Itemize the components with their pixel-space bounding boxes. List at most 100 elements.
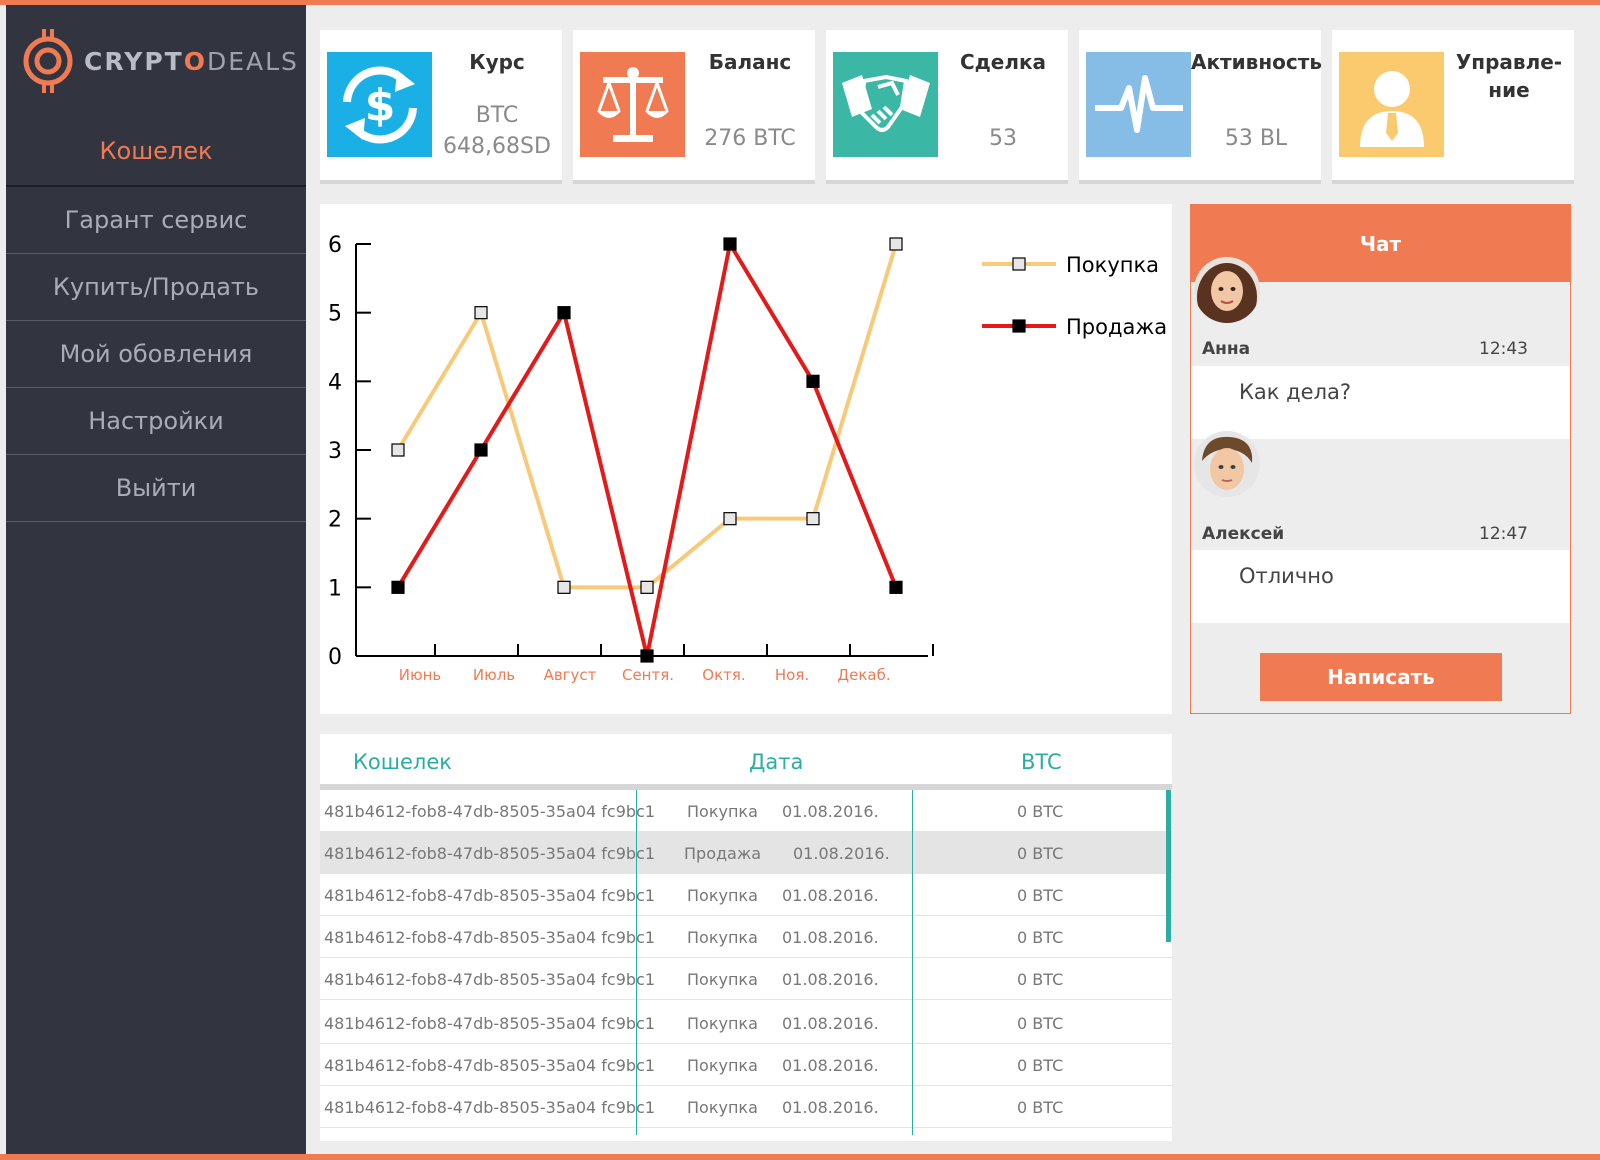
cell-wallet: 481b4612-fob8-47db-8505-35a04 fc9bc1	[324, 844, 656, 863]
card-activity-value: 53 BL	[1224, 126, 1288, 151]
column-divider	[912, 790, 913, 1135]
data-point-sell	[557, 306, 571, 320]
nav-item-buy-sell[interactable]: Купить/Продать	[6, 254, 306, 321]
column-header-date[interactable]: Дата	[749, 750, 803, 774]
y-tick-label: 3	[328, 439, 342, 464]
table-row[interactable]: 481b4612-fob8-47db-8505-35a04 fc9bc1 Поку…	[320, 958, 1172, 1000]
cell-type: Продажа	[684, 844, 762, 863]
y-tick-label: 1	[328, 576, 342, 601]
card-rate-currency: BTC	[475, 103, 519, 128]
chart-panel: 0 1 2 3 4 5 6 Июнь Июль Август Сентя. Октя. Ноя. Дека…	[320, 204, 1172, 714]
card-management-title-line2: ние	[1488, 78, 1530, 102]
brand-deals: DEALS	[206, 46, 299, 76]
card-activity[interactable]: Активность 53 BL	[1079, 30, 1322, 184]
handshake-icon	[833, 52, 938, 157]
scales-icon	[580, 52, 685, 157]
line-chart: 0 1 2 3 4 5 6 Июнь Июль Август Сентя. Октя. Ноя. Дека…	[328, 233, 1167, 684]
nav-item-logout[interactable]: Выйти	[6, 455, 306, 522]
y-tick-label: 2	[328, 508, 342, 533]
cell-btc: 0 BTC	[1017, 1056, 1064, 1075]
y-tick-label: 0	[328, 645, 342, 670]
cell-type: Покупка	[687, 886, 758, 905]
cell-type: Покупка	[687, 970, 758, 989]
legend-label: Покупка	[1066, 253, 1159, 277]
cell-wallet: 481b4612-fob8-47db-8505-35a04 fc9bc1	[324, 886, 656, 905]
card-rate-value: BTC 648,68SD	[432, 100, 562, 162]
table-row[interactable]: 481b4612-fob8-47db-8505-35a04 fc9bc1 Прод…	[320, 832, 1172, 874]
cell-wallet: 481b4612-fob8-47db-8505-35a04 fc9bc1	[324, 1014, 656, 1033]
logo[interactable]: CRYPTODEALS	[22, 29, 302, 93]
data-point-buy	[557, 580, 571, 594]
cell-btc: 0 BTC	[1017, 928, 1064, 947]
table-row[interactable]: 481b4612-fob8-47db-8505-35a04 fc9bc1 Поку…	[320, 874, 1172, 916]
series-line-buy	[396, 243, 898, 590]
chat-bubble: Отлично	[1191, 550, 1570, 623]
chat-time: 12:47	[1479, 524, 1528, 544]
x-tick-label: Декаб.	[837, 666, 890, 684]
table-row[interactable]: 481b4612-fob8-47db-8505-35a04 fc9bc1 Поку…	[320, 1002, 1172, 1044]
cell-date: 01.08.2016.	[793, 844, 890, 863]
data-point-sell	[391, 580, 405, 594]
chat-panel: Чат Анна 12:43 Как дела? Алексей 12:47 О…	[1190, 204, 1571, 714]
table-row[interactable]: 481b4612-fob8-47db-8505-35a04 fc9bc1 Поку…	[320, 916, 1172, 958]
nav-item-wallet[interactable]: Кошелек	[6, 117, 306, 187]
card-management[interactable]: Управле- ние	[1332, 30, 1574, 184]
sidebar: CRYPTODEALS Кошелек Гарант сервис Купить…	[6, 5, 306, 1154]
sidebar-nav: Кошелек Гарант сервис Купить/Продать Мой…	[6, 117, 306, 522]
column-header-btc[interactable]: BTC	[1021, 750, 1062, 774]
x-tick-label: Август	[544, 666, 597, 684]
nav-item-updates[interactable]: Мой обовления	[6, 321, 306, 388]
nav-item-settings[interactable]: Настройки	[6, 388, 306, 455]
y-tick-label: 5	[328, 302, 342, 327]
legend-marker	[1012, 319, 1026, 333]
chat-text: Отлично	[1239, 564, 1334, 588]
data-point-buy	[474, 306, 488, 320]
data-point-buy	[889, 237, 903, 251]
cell-date: 01.08.2016.	[782, 1056, 879, 1075]
cell-btc: 0 BTC	[1017, 844, 1064, 863]
card-management-title: Управле- ние	[1444, 48, 1574, 104]
card-deals-value: 53	[989, 126, 1017, 151]
nav-item-guarantee[interactable]: Гарант сервис	[6, 187, 306, 254]
cell-type: Покупка	[687, 1014, 758, 1033]
card-balance[interactable]: Баланс 276 BTC	[573, 30, 815, 184]
svg-text:$: $	[364, 80, 395, 131]
table-row[interactable]: 481b4612-fob8-47db-8505-35a04 fc9bc1 Поку…	[320, 1044, 1172, 1086]
legend-marker	[1012, 257, 1026, 271]
chat-sender-name: Алексей	[1202, 524, 1285, 544]
cell-wallet: 481b4612-fob8-47db-8505-35a04 fc9bc1	[324, 1098, 656, 1117]
table-row[interactable]: 481b4612-fob8-47db-8505-35a04 fc9bc1 Поку…	[320, 790, 1172, 832]
brand-name: CRYPTODEALS	[84, 47, 299, 76]
brand-crypto: CRYPT	[84, 46, 184, 76]
card-rate-amount: 648,68SD	[443, 134, 551, 159]
write-message-button[interactable]: Написать	[1260, 653, 1502, 701]
cell-wallet: 481b4612-fob8-47db-8505-35a04 fc9bc1	[324, 970, 656, 989]
table-scrollbar[interactable]	[1166, 790, 1171, 942]
data-point-sell	[723, 237, 737, 251]
cell-btc: 0 BTC	[1017, 886, 1064, 905]
chat-message: Алексей 12:47 Отлично	[1191, 431, 1570, 634]
chat-bubble: Как дела?	[1191, 366, 1570, 439]
series-line-sell	[396, 242, 898, 658]
table-header: Кошелек Дата BTC	[320, 734, 1172, 790]
manager-icon	[1339, 52, 1444, 157]
cell-date: 01.08.2016.	[782, 886, 879, 905]
y-tick-label: 4	[328, 370, 342, 395]
column-header-wallet[interactable]: Кошелек	[353, 750, 452, 774]
cell-wallet: 481b4612-fob8-47db-8505-35a04 fc9bc1	[324, 928, 656, 947]
card-deals[interactable]: Сделка 53	[826, 30, 1068, 184]
cell-wallet: 481b4612-fob8-47db-8505-35a04 fc9bc1	[324, 802, 656, 821]
data-point-buy	[723, 512, 737, 526]
card-rate-title: Курс	[469, 50, 525, 74]
data-point-sell	[640, 649, 654, 663]
card-rate[interactable]: $ Курс BTC 648,68SD	[320, 30, 562, 184]
chat-time: 12:43	[1479, 339, 1528, 359]
avatar	[1194, 257, 1260, 323]
dollar-exchange-icon: $	[327, 52, 432, 157]
cell-date: 01.08.2016.	[782, 928, 879, 947]
data-point-buy	[391, 443, 405, 457]
cell-btc: 0 BTC	[1017, 802, 1064, 821]
table-row[interactable]: 481b4612-fob8-47db-8505-35a04 fc9bc1 Поку…	[320, 1086, 1172, 1128]
x-tick-label: Июнь	[399, 666, 442, 684]
legend-label: Продажа	[1066, 315, 1167, 339]
